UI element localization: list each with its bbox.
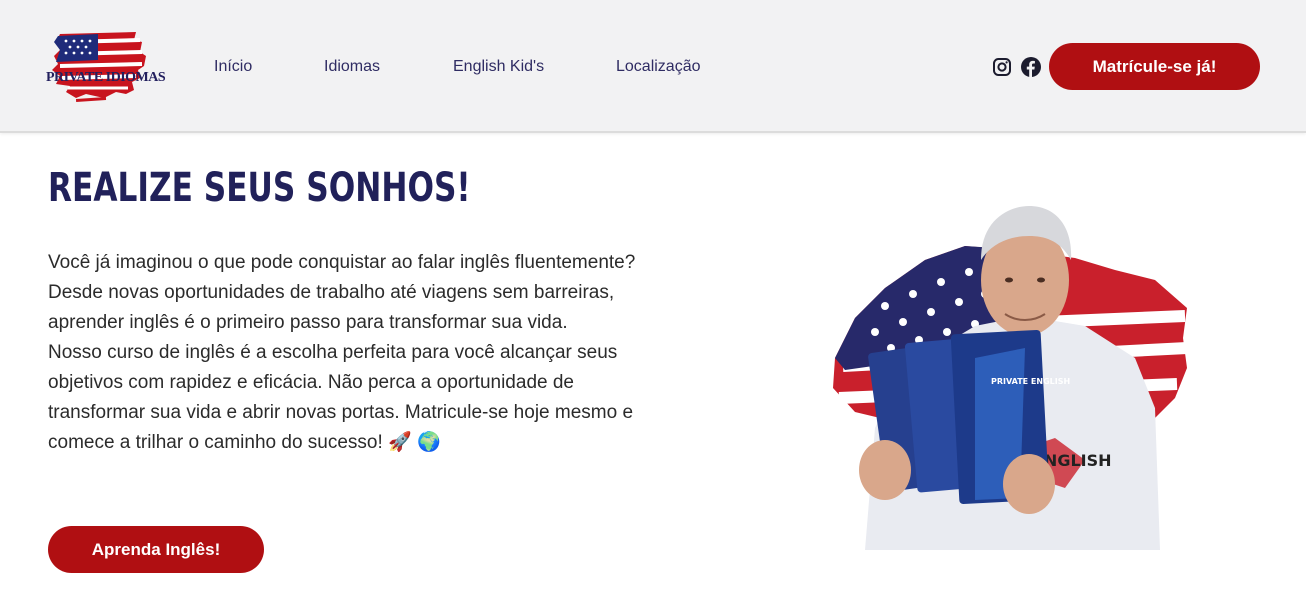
logo[interactable]: PRIVATE IDIOMAS	[46, 30, 166, 104]
nav-inicio[interactable]: Início	[214, 58, 252, 76]
facebook-icon[interactable]	[1021, 57, 1041, 77]
book-title: PRIVATE ENGLISH	[991, 377, 1070, 386]
hero-description: Você já imaginou o que pode conquistar a…	[48, 248, 660, 458]
nav-localizacao[interactable]: Localização	[616, 58, 701, 76]
teacher-photo: ENGLISH PRIVATE ENGLISH	[815, 198, 1190, 550]
nav-english-kids[interactable]: English Kid's	[453, 58, 544, 76]
enroll-button[interactable]: Matrícule-se já!	[1049, 43, 1260, 90]
instagram-icon[interactable]	[992, 57, 1012, 77]
site-header: PRIVATE IDIOMAS Início Idiomas English K…	[0, 0, 1306, 133]
nav-idiomas[interactable]: Idiomas	[324, 58, 380, 76]
learn-english-button[interactable]: Aprenda Inglês!	[48, 526, 264, 573]
hero-paragraph-2: Nosso curso de inglês é a escolha perfei…	[48, 342, 634, 453]
logo-text: PRIVATE IDIOMAS	[46, 70, 166, 85]
hero-title: REALIZE SEUS SONHOS!	[48, 165, 471, 211]
hero-paragraph-1: Você já imaginou o que pode conquistar a…	[48, 252, 636, 333]
us-flag-brush-logo-icon	[52, 32, 146, 103]
